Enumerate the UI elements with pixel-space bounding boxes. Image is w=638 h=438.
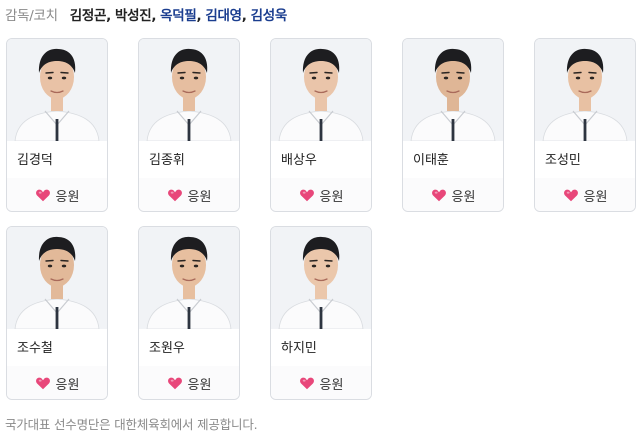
coach-label: 감독/코치 [5, 8, 58, 24]
cheer-label: 응원 [187, 377, 212, 393]
coach-link[interactable]: 김성욱 [251, 8, 288, 24]
separator: , [151, 8, 157, 24]
footer-note: 국가대표 선수명단은 대한체육회에서 제공합니다. [5, 417, 258, 432]
heart-icon [35, 187, 51, 203]
cheer-button[interactable]: 응원 [139, 178, 239, 211]
player-row: 조수철응원 조원우응원 하지민응원 [6, 226, 636, 414]
player-card[interactable]: 하지민응원 [270, 226, 372, 400]
player-photo[interactable] [271, 39, 371, 141]
cheer-button[interactable]: 응원 [139, 366, 239, 399]
cheer-button[interactable]: 응원 [403, 178, 503, 211]
heart-icon [167, 375, 183, 391]
cheer-button[interactable]: 응원 [271, 366, 371, 399]
player-photo[interactable] [139, 39, 239, 141]
player-photo[interactable] [7, 39, 107, 141]
player-card[interactable]: 배상우응원 [270, 38, 372, 212]
player-card[interactable]: 조원우응원 [138, 226, 240, 400]
cheer-label: 응원 [55, 189, 80, 205]
cheer-button[interactable]: 응원 [271, 178, 371, 211]
player-card[interactable]: 김종휘응원 [138, 38, 240, 212]
player-name[interactable]: 김경덕 [17, 149, 53, 168]
player-name[interactable]: 조원우 [149, 337, 185, 356]
heart-icon [299, 187, 315, 203]
player-name[interactable]: 조수철 [17, 337, 53, 356]
cheer-label: 응원 [187, 189, 212, 205]
player-name[interactable]: 이태훈 [413, 149, 449, 168]
player-row: 김경덕응원 김종휘응원 배상우응원 이태훈응원 조성민응원 [6, 38, 636, 226]
player-photo[interactable] [535, 39, 635, 141]
separator: , [196, 8, 202, 24]
cheer-label: 응원 [319, 189, 344, 205]
coach-link[interactable]: 옥덕필 [160, 8, 197, 24]
coach-list: 감독/코치 김정곤, 박성진, 옥덕필, 김대영, 김성욱 [5, 4, 287, 24]
player-photo[interactable] [7, 227, 107, 329]
cheer-button[interactable]: 응원 [535, 178, 635, 211]
heart-icon [563, 187, 579, 203]
player-grid: 김경덕 응원 김종휘 응원 배상우 응원 이태훈 응원 조성민 응원 조수철 응원 조원우 응… [6, 38, 636, 414]
player-card[interactable]: 이태훈응원 [402, 38, 504, 212]
heart-icon [167, 187, 183, 203]
player-card[interactable]: 김경덕응원 [6, 38, 108, 212]
player-photo[interactable] [139, 227, 239, 329]
cheer-label: 응원 [319, 377, 344, 393]
coach-link[interactable]: 김대영 [205, 8, 242, 24]
separator: , [241, 8, 247, 24]
player-card[interactable]: 조성민응원 [534, 38, 636, 212]
player-photo[interactable] [271, 227, 371, 329]
coach-name: 박성진 [114, 8, 152, 24]
cheer-label: 응원 [55, 377, 80, 393]
cheer-label: 응원 [451, 189, 476, 205]
heart-icon [299, 375, 315, 391]
cheer-label: 응원 [583, 189, 608, 205]
heart-icon [35, 375, 51, 391]
player-photo[interactable] [403, 39, 503, 141]
separator: , [106, 8, 111, 24]
coach-name: 김정곤 [69, 8, 107, 24]
cheer-button[interactable]: 응원 [7, 178, 107, 211]
player-card[interactable]: 조수철응원 [6, 226, 108, 400]
player-name[interactable]: 하지민 [281, 337, 317, 356]
player-name[interactable]: 김종휘 [149, 149, 185, 168]
player-name[interactable]: 조성민 [545, 149, 581, 168]
heart-icon [431, 187, 447, 203]
player-name[interactable]: 배상우 [281, 149, 317, 168]
cheer-button[interactable]: 응원 [7, 366, 107, 399]
